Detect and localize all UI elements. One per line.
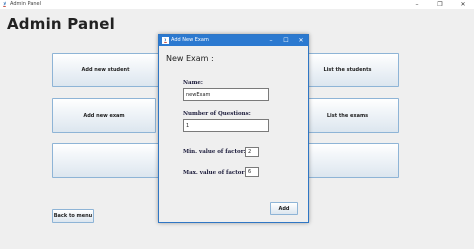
- close-button[interactable]: ✕: [455, 0, 471, 9]
- maximize-button[interactable]: ❐: [432, 0, 448, 9]
- window-title: Admin Panel: [10, 1, 42, 7]
- min-factor-label: Min. value of factor:: [183, 149, 246, 155]
- minimize-button[interactable]: –: [409, 0, 425, 9]
- questions-label: Number of Questions:: [183, 111, 251, 117]
- dialog-minimize-button[interactable]: –: [264, 35, 278, 46]
- blank-button-left[interactable]: [52, 143, 159, 178]
- dialog-maximize-button[interactable]: ☐: [279, 35, 293, 46]
- blank-button-right[interactable]: [296, 143, 399, 178]
- min-factor-input[interactable]: 2: [245, 147, 259, 157]
- page-title: Admin Panel: [7, 15, 115, 33]
- max-factor-input[interactable]: 6: [245, 167, 259, 177]
- name-input[interactable]: newExam: [183, 88, 269, 101]
- add-student-button[interactable]: Add new student: [52, 53, 159, 87]
- java-app-icon: [3, 1, 6, 7]
- window-titlebar: Admin Panel – ❐ ✕: [0, 0, 474, 9]
- max-factor-label: Max. value of factor:: [183, 170, 247, 176]
- main-window: Admin Panel – ❐ ✕ Admin Panel Add new st…: [0, 0, 474, 249]
- dialog-titlebar[interactable]: Add New Exam – ☐ ✕: [159, 35, 308, 46]
- add-exam-button[interactable]: Add new exam: [52, 98, 156, 133]
- name-label: Name:: [183, 80, 203, 86]
- dialog-close-button[interactable]: ✕: [294, 35, 308, 46]
- dialog-title: Add New Exam: [171, 37, 209, 43]
- questions-input[interactable]: 1: [183, 119, 269, 132]
- list-exams-button[interactable]: List the exams: [296, 98, 399, 133]
- list-students-button[interactable]: List the students: [296, 53, 399, 87]
- dialog-heading: New Exam :: [166, 54, 214, 63]
- java-app-icon: [162, 37, 169, 44]
- add-button[interactable]: Add: [270, 202, 298, 215]
- add-exam-dialog: Add New Exam – ☐ ✕ New Exam : Name: newE…: [158, 34, 309, 223]
- back-to-menu-button[interactable]: Back to menu: [52, 209, 94, 223]
